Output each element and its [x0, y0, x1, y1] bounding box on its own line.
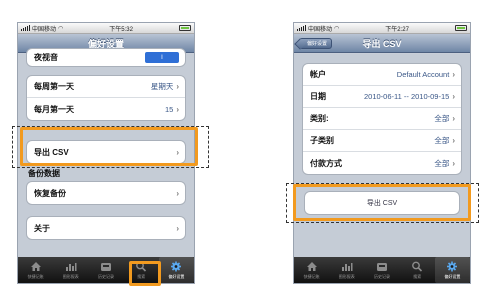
export-form: 帐户 Default Account › 日期 2010-06-11 -- 201…: [294, 54, 470, 257]
list-item: 夜视音 I: [27, 49, 185, 66]
highlight-export-row: [20, 127, 198, 166]
back-button[interactable]: 偏好设置: [299, 38, 333, 49]
page-title: 导出 CSV: [362, 38, 402, 49]
chevron-right-icon: ›: [176, 82, 179, 91]
row-restore-backup[interactable]: 恢复备份 ›: [27, 182, 185, 204]
row-label: 恢复备份: [34, 188, 66, 198]
tab-charts[interactable]: 图形报表: [329, 257, 364, 283]
row-label: 夜视音: [34, 53, 58, 62]
tab-label: 快捷记账: [303, 273, 320, 279]
tab-label: 快捷记账: [27, 273, 44, 279]
chevron-right-icon: ›: [452, 158, 455, 168]
section-header-backup: 备份数据: [28, 169, 60, 178]
signal-icon: [297, 25, 306, 31]
tab-label: 历史记录: [98, 273, 114, 279]
carrier-name: 中国移动: [308, 26, 333, 33]
chevron-right-icon: ›: [176, 223, 179, 233]
house-icon: [30, 261, 42, 272]
toggle-switch[interactable]: I: [145, 52, 179, 63]
week-month-group: 每周第一天 星期天 › 每月第一天 15 ›: [26, 75, 186, 121]
tab-bar: 快捷记账 图形报表 历史记录 搜索 偏好设置: [294, 257, 470, 283]
row-value: 2010-06-11 -- 2010-09-15: [363, 92, 450, 101]
wifi-icon: ◠: [58, 25, 64, 32]
wifi-icon: ◠: [334, 25, 340, 32]
signal-icon: [21, 25, 30, 31]
tab-label: 历史记录: [374, 273, 390, 279]
row-date[interactable]: 日期 2010-06-11 -- 2010-09-15 ›: [303, 86, 461, 108]
row-first-day-of-week[interactable]: 每周第一天 星期天 ›: [27, 76, 185, 98]
row-value: Default Account: [396, 70, 450, 79]
row-value: 全部: [434, 158, 450, 168]
tab-quick-entry[interactable]: 快捷记账: [294, 257, 329, 283]
clock: 下午2:27: [385, 26, 409, 33]
inbox-icon: [376, 261, 388, 272]
row-label: 关于: [34, 223, 50, 233]
about-group: 关于 ›: [26, 216, 186, 240]
battery-icon: [454, 25, 467, 31]
house-icon: [306, 261, 318, 272]
gear-icon: [170, 261, 182, 272]
tab-label: 偏好设置: [444, 273, 461, 279]
row-value: 15: [164, 104, 174, 114]
chart-icon: [341, 261, 353, 272]
export-options-group: 帐户 Default Account › 日期 2010-06-11 -- 201…: [302, 63, 462, 175]
chevron-right-icon: ›: [452, 114, 455, 123]
row-label: 每月第一天: [34, 104, 74, 114]
row-label: 帐户: [310, 70, 326, 79]
tab-label: 图形报表: [338, 273, 355, 279]
row-payment-method[interactable]: 付款方式 全部 ›: [303, 152, 461, 174]
row-first-day-of-month[interactable]: 每月第一天 15 ›: [27, 98, 185, 120]
gear-icon: [446, 261, 458, 272]
row-label: 付款方式: [310, 158, 342, 168]
row-account[interactable]: 帐户 Default Account ›: [303, 64, 461, 86]
carrier: 中国移动 ◠: [297, 24, 339, 33]
restore-group: 恢复备份 ›: [26, 181, 186, 205]
row-label: 子类别: [310, 136, 334, 145]
carrier: 中国移动 ◠: [21, 24, 63, 33]
row-value: 星期天: [150, 82, 174, 91]
tab-history[interactable]: 历史记录: [88, 257, 123, 283]
status-bar: 中国移动 ◠ 下午2:27: [294, 23, 470, 34]
tab-label: 偏好设置: [168, 273, 185, 279]
highlight-search-tab: [129, 261, 161, 286]
tab-quick-entry[interactable]: 快捷记账: [18, 257, 53, 283]
inbox-icon: [100, 261, 112, 272]
chevron-right-icon: ›: [452, 92, 455, 101]
tab-bar: 快捷记账 图形报表 历史记录 搜索 偏好设置: [18, 257, 194, 283]
tab-preferences[interactable]: 偏好设置: [158, 257, 194, 283]
row-label: 日期: [310, 92, 326, 101]
chevron-right-icon: ›: [452, 136, 455, 145]
chevron-right-icon: ›: [176, 188, 179, 198]
right-phone-screen: 中国移动 ◠ 下午2:27 偏好设置 导出 CSV 帐户 Default Acc…: [293, 22, 471, 284]
highlight-export-button: [293, 184, 471, 221]
row-category[interactable]: 类别: 全部 ›: [303, 108, 461, 130]
battery-icon: [178, 25, 191, 31]
partial-group: 夜视音 I: [26, 48, 186, 67]
chevron-right-icon: ›: [452, 70, 455, 79]
status-bar: 中国移动 ◠ 下午5:32: [18, 23, 194, 34]
chart-icon: [65, 261, 77, 272]
tab-preferences[interactable]: 偏好设置: [434, 257, 470, 283]
tab-label: 图形报表: [62, 273, 79, 279]
row-value: 全部: [434, 136, 450, 145]
tab-search[interactable]: 搜索: [400, 257, 435, 283]
tab-history[interactable]: 历史记录: [364, 257, 399, 283]
carrier-name: 中国移动: [32, 26, 57, 33]
tab-label: 搜索: [413, 273, 422, 279]
tab-charts[interactable]: 图形报表: [53, 257, 88, 283]
row-label: 每周第一天: [34, 82, 74, 91]
row-value: 全部: [434, 114, 450, 123]
row-about[interactable]: 关于 ›: [27, 217, 185, 239]
nav-bar: 偏好设置 导出 CSV: [294, 34, 470, 53]
search-icon: [411, 261, 423, 272]
clock: 下午5:32: [109, 26, 133, 33]
chevron-right-icon: ›: [176, 104, 179, 114]
row-subcategory[interactable]: 子类别 全部 ›: [303, 130, 461, 152]
row-label: 类别:: [310, 114, 329, 123]
